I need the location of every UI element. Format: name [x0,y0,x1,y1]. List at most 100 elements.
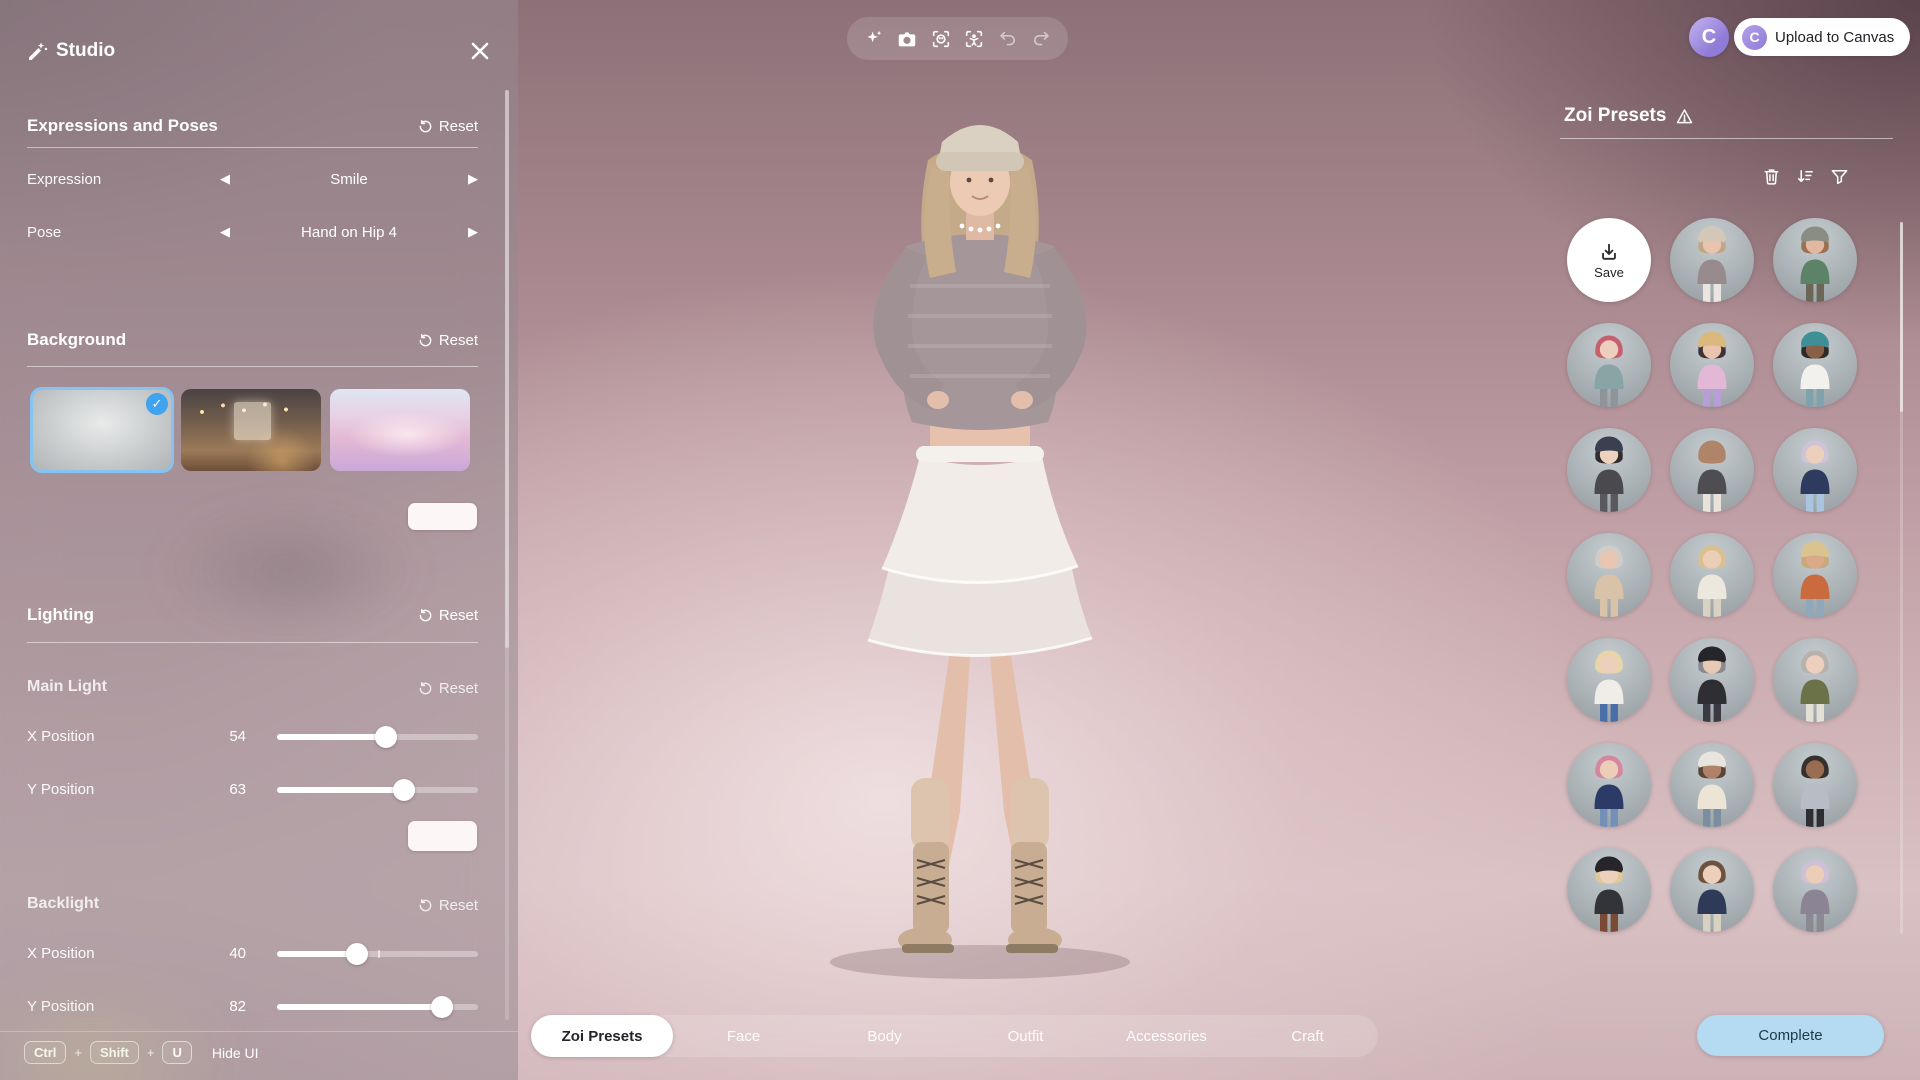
preset-item-curly-blonde-white-jacket-blue-dress[interactable] [1567,638,1651,722]
preset-item-sunglasses-dark-bomber[interactable] [1670,428,1754,512]
lighting-section-title: Lighting [27,605,94,625]
reset-icon [418,681,433,696]
preset-item-black-cap-leather-pants[interactable] [1567,848,1651,932]
background-thumbnails: ✓ ✓ ✓ [32,389,470,471]
slider-thumb[interactable] [393,779,415,801]
studio-panel: Studio Expressions and Poses Reset Expre… [0,0,518,1080]
backlight-title: Backlight [27,895,99,913]
slider-value: 63 [180,778,246,802]
shift-key: Shift [90,1041,139,1064]
next-expression-icon[interactable]: ▶ [468,168,478,192]
preset-item-straw-hat-lilac-dress[interactable] [1670,323,1754,407]
category-tabbar: Zoi Presets Face Body Outfit Accessories… [531,1015,1378,1057]
reset-icon [418,333,433,348]
preset-item-sunglasses-windbreaker[interactable] [1773,848,1857,932]
scrollbar-thumb[interactable] [1900,222,1903,412]
prev-expression-icon[interactable]: ◀ [220,168,230,192]
prev-pose-icon[interactable]: ◀ [220,221,230,245]
divider [27,642,478,643]
lighting-reset-button[interactable]: Reset [418,607,478,624]
expressions-reset-button[interactable]: Reset [418,118,478,135]
tab-zoi-presets[interactable]: Zoi Presets [531,1015,673,1057]
preset-item-silver-hair-beige-dress[interactable] [1567,533,1651,617]
divider [27,366,478,367]
camera-icon[interactable] [896,28,918,50]
tab-accessories[interactable]: Accessories [1096,1015,1237,1057]
filter-icon[interactable] [1829,166,1850,187]
expressions-section-title: Expressions and Poses [27,116,218,136]
pose-row: Pose ◀ Hand on Hip 4 ▶ [0,221,518,245]
backlight-x-row: X Position 40 [0,942,518,966]
next-pose-icon[interactable]: ▶ [468,221,478,245]
main-light-x-slider[interactable] [277,725,478,749]
upload-to-canvas-button[interactable]: C Upload to Canvas [1734,18,1910,56]
expression-value: Smile [250,168,448,192]
preset-item-blonde-white-cardigan[interactable] [1670,533,1754,617]
save-label: Save [1594,265,1624,280]
slider-fill [277,734,386,740]
panel-title: Studio [56,40,115,62]
canvas-logo-badge[interactable]: C [1689,17,1729,57]
preset-item-headphones-cream-sweatshirt[interactable] [1670,743,1754,827]
presets-title: Zoi Presets [1564,105,1666,127]
main-light-x-row: X Position 54 [0,725,518,749]
background-thumb-cozy-room[interactable]: ✓ [181,389,321,471]
main-light-reset-button[interactable]: Reset [418,680,478,697]
preset-item-green-jacket-cap[interactable] [1773,218,1857,302]
sparkles-icon[interactable] [863,28,885,50]
preset-item-pink-hair-colorblock-hoodie[interactable] [1567,323,1651,407]
pose-value: Hand on Hip 4 [250,221,448,245]
preset-item-cap-layered-cardigan[interactable] [1567,428,1651,512]
backlight-y-row: Y Position 82 [0,995,518,1019]
preset-item-teal-beanie-white-tee[interactable] [1773,323,1857,407]
warning-triangle-icon[interactable] [1674,106,1695,127]
redo-icon[interactable] [1030,28,1052,50]
slider-thumb[interactable] [375,726,397,748]
close-icon[interactable] [468,39,492,63]
tab-body[interactable]: Body [814,1015,955,1057]
character-model[interactable] [810,96,1150,986]
main-light-y-slider[interactable] [277,778,478,802]
tab-outfit[interactable]: Outfit [955,1015,1096,1057]
magic-wand-icon [26,39,50,63]
tab-craft[interactable]: Craft [1237,1015,1378,1057]
presets-scrollbar[interactable] [1900,222,1903,934]
preset-item-gray-hair-military-jacket[interactable] [1773,638,1857,722]
preset-item-sequin-jacket-black-shorts[interactable] [1773,743,1857,827]
undo-icon[interactable] [997,28,1019,50]
complete-button[interactable]: Complete [1697,1015,1884,1056]
preset-item-silver-pigtails-navy-crop[interactable] [1773,428,1857,512]
slider-value: 40 [180,942,246,966]
background-thumb-studio[interactable]: ✓ [32,389,172,471]
main-light-color-swatch[interactable] [408,821,477,851]
preset-grid: Save [1567,218,1903,932]
slider-default-tick [378,950,380,958]
pose-label: Pose [27,221,61,245]
slider-thumb[interactable] [431,996,453,1018]
trash-icon[interactable] [1761,166,1782,187]
scrollbar-thumb[interactable] [505,90,509,648]
preset-item-black-beret-black-coat[interactable] [1670,638,1754,722]
preset-item-straw-hat-orange-jacket[interactable] [1773,533,1857,617]
hide-ui-shortcut: Ctrl + Shift + U Hide UI [24,1041,259,1064]
sort-descending-icon[interactable] [1795,166,1816,187]
slider-fill [277,787,404,793]
preset-item-beige-beanie-knit-skirt[interactable] [1670,218,1754,302]
selected-check-icon: ✓ [146,393,168,415]
slider-thumb[interactable] [346,943,368,965]
preset-item-navy-blazer-blue-shirt[interactable] [1670,848,1754,932]
tab-face[interactable]: Face [673,1015,814,1057]
backlight-x-slider[interactable] [277,942,478,966]
save-preset-button[interactable]: Save [1567,218,1651,302]
preset-item-pink-hair-varsity-jacket[interactable] [1567,743,1651,827]
divider [0,1031,518,1032]
face-capture-icon[interactable] [930,28,952,50]
panel-scrollbar[interactable] [505,90,509,1020]
background-color-swatch[interactable] [408,503,477,530]
expression-row: Expression ◀ Smile ▶ [0,168,518,192]
backlight-reset-button[interactable]: Reset [418,897,478,914]
background-reset-button[interactable]: Reset [418,332,478,349]
backlight-y-slider[interactable] [277,995,478,1019]
body-capture-icon[interactable] [963,28,985,50]
background-thumb-pink-sky[interactable]: ✓ [330,389,470,471]
